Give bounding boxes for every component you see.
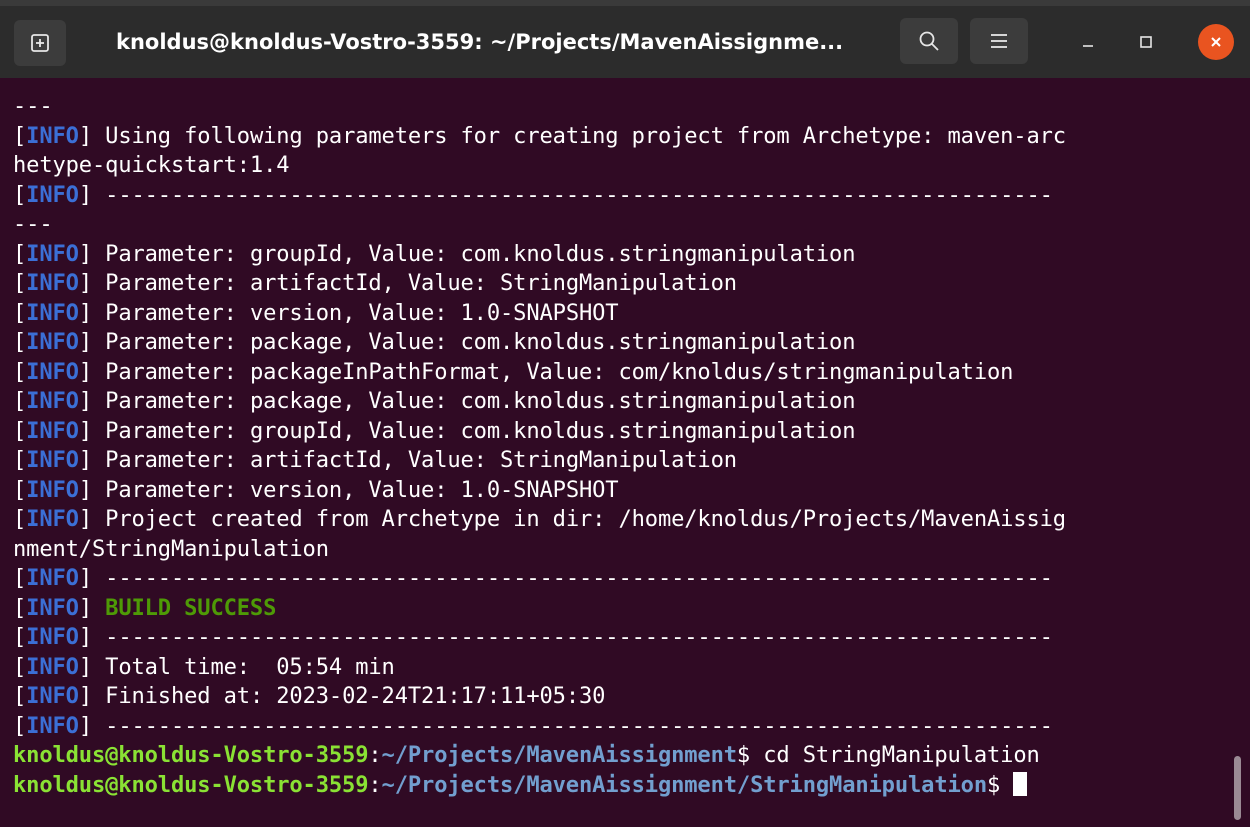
maximize-button[interactable] bbox=[1126, 22, 1166, 62]
terminal-line: [INFO] Total time: 05:54 min bbox=[13, 653, 395, 680]
info-tag: INFO bbox=[26, 240, 79, 267]
line-text: Parameter: artifactId, Value: StringMani… bbox=[92, 447, 737, 473]
terminal-line: --- bbox=[13, 210, 1238, 240]
prompt-user: knoldus@knoldus-Vostro-3559 bbox=[13, 771, 369, 798]
info-tag: INFO bbox=[26, 594, 79, 621]
hamburger-menu-icon bbox=[991, 34, 1007, 48]
terminal-line: [INFO] Parameter: packageInPathFormat, V… bbox=[13, 358, 1014, 385]
terminal-line: nment/StringManipulation bbox=[13, 535, 1238, 565]
info-tag: INFO bbox=[26, 122, 79, 149]
title-bar: knoldus@knoldus-Vostro-3559: ~/Projects/… bbox=[0, 0, 1250, 78]
info-tag: INFO bbox=[26, 624, 79, 650]
info-tag: INFO bbox=[26, 417, 79, 444]
search-icon bbox=[919, 31, 939, 51]
info-tag: INFO bbox=[26, 712, 79, 739]
command-text: cd StringManipulation bbox=[750, 742, 1040, 768]
line-text: Parameter: version, Value: 1.0-SNAPSHOT bbox=[92, 476, 619, 503]
terminal-line: [INFO] ---------------------------------… bbox=[13, 624, 1053, 650]
terminal-line: [INFO] Parameter: version, Value: 1.0-SN… bbox=[13, 299, 619, 326]
prompt-user: knoldus@knoldus-Vostro-3559 bbox=[13, 742, 369, 768]
close-icon bbox=[1211, 37, 1221, 47]
terminal-line: [INFO] ---------------------------------… bbox=[13, 712, 1053, 739]
info-tag: INFO bbox=[26, 506, 79, 532]
terminal-output[interactable]: --- [INFO] Using following parameters for… bbox=[0, 92, 1238, 827]
line-text: Parameter: groupId, Value: com.knoldus.s… bbox=[92, 240, 856, 267]
line-text: ----------------------------------------… bbox=[92, 181, 1053, 208]
info-tag: INFO bbox=[26, 653, 79, 680]
line-text: ----------------------------------------… bbox=[92, 624, 1053, 650]
text-cursor bbox=[1013, 771, 1028, 796]
terminal-line: [INFO] Parameter: version, Value: 1.0-SN… bbox=[13, 476, 619, 503]
terminal-line: [INFO] ---------------------------------… bbox=[13, 565, 1053, 591]
prompt-line: knoldus@knoldus-Vostro-3559:~/Projects/M… bbox=[13, 742, 1040, 768]
info-tag: INFO bbox=[26, 329, 79, 355]
terminal-line: [INFO] Parameter: package, Value: com.kn… bbox=[13, 388, 856, 414]
line-text: Parameter: packageInPathFormat, Value: c… bbox=[92, 358, 1014, 385]
terminal-line: [INFO] Parameter: artifactId, Value: Str… bbox=[13, 270, 737, 296]
prompt-line: knoldus@knoldus-Vostro-3559:~/Projects/M… bbox=[13, 771, 1238, 801]
line-text: ----------------------------------------… bbox=[92, 712, 1053, 739]
line-text: Parameter: version, Value: 1.0-SNAPSHOT bbox=[92, 299, 619, 326]
info-tag: INFO bbox=[26, 299, 79, 326]
line-text: Finished at: 2023-02-24T21:17:11+05:30 bbox=[92, 683, 606, 709]
close-button[interactable] bbox=[1198, 24, 1234, 60]
menu-button[interactable] bbox=[970, 18, 1028, 64]
line-text: Parameter: artifactId, Value: StringMani… bbox=[92, 270, 737, 296]
terminal-line: [INFO] Project created from Archetype in… bbox=[13, 506, 1066, 532]
new-tab-button[interactable] bbox=[14, 20, 66, 66]
terminal-line: --- bbox=[13, 92, 1238, 122]
prompt-path: ~/Projects/MavenAissignment/StringManipu… bbox=[381, 771, 988, 798]
terminal-line: [INFO] Parameter: groupId, Value: com.kn… bbox=[13, 417, 856, 444]
info-tag: INFO bbox=[26, 270, 79, 296]
prompt-path: ~/Projects/MavenAissignment bbox=[381, 742, 738, 768]
command-text bbox=[1000, 772, 1013, 798]
line-text: Parameter: package, Value: com.knoldus.s… bbox=[92, 329, 856, 355]
line-text: --- bbox=[13, 93, 53, 119]
terminal-line: [INFO] Parameter: artifactId, Value: Str… bbox=[13, 447, 737, 473]
build-status: BUILD SUCCESS bbox=[105, 594, 277, 621]
line-text: Parameter: groupId, Value: com.knoldus.s… bbox=[92, 417, 856, 444]
info-tag: INFO bbox=[26, 388, 79, 414]
terminal-line: [INFO] ---------------------------------… bbox=[13, 181, 1053, 208]
info-tag: INFO bbox=[26, 683, 79, 709]
info-tag: INFO bbox=[26, 358, 79, 385]
maximize-icon bbox=[1140, 36, 1152, 48]
info-tag: INFO bbox=[26, 565, 79, 591]
search-button[interactable] bbox=[900, 18, 958, 64]
line-text: Project created from Archetype in dir: /… bbox=[92, 506, 1066, 532]
line-text: --- bbox=[13, 211, 53, 237]
terminal-line: hetype-quickstart:1.4 bbox=[13, 151, 1238, 181]
minimize-button[interactable] bbox=[1068, 22, 1108, 62]
terminal-line: [INFO] Using following parameters for cr… bbox=[13, 122, 1066, 149]
line-text: Total time: 05:54 min bbox=[92, 653, 395, 680]
info-tag: INFO bbox=[26, 447, 79, 473]
terminal-line: [INFO] Finished at: 2023-02-24T21:17:11+… bbox=[13, 683, 606, 709]
terminal-line: [INFO] Parameter: groupId, Value: com.kn… bbox=[13, 240, 856, 267]
minimize-icon bbox=[1083, 45, 1093, 47]
line-text: hetype-quickstart:1.4 bbox=[13, 152, 290, 178]
scrollbar[interactable] bbox=[1234, 756, 1241, 820]
line-text: ----------------------------------------… bbox=[92, 565, 1053, 591]
terminal-line: [INFO] BUILD SUCCESS bbox=[13, 594, 277, 621]
line-text: Using following parameters for creating … bbox=[92, 122, 1066, 149]
terminal-line: [INFO] Parameter: package, Value: com.kn… bbox=[13, 329, 856, 355]
new-tab-icon bbox=[31, 34, 49, 52]
window-title: knoldus@knoldus-Vostro-3559: ~/Projects/… bbox=[116, 30, 844, 54]
line-text: nment/StringManipulation bbox=[13, 535, 329, 562]
info-tag: INFO bbox=[26, 476, 79, 503]
line-text: Parameter: package, Value: com.knoldus.s… bbox=[92, 388, 856, 414]
info-tag: INFO bbox=[26, 181, 79, 208]
